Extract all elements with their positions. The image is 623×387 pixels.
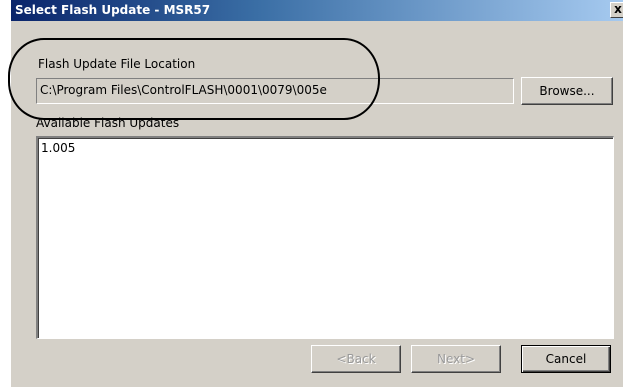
close-icon: x — [614, 2, 622, 16]
flash-update-dialog: Select Flash Update - MSR57 x Flash Upda… — [10, 0, 623, 387]
browse-button[interactable]: Browse... — [521, 77, 613, 105]
back-button[interactable]: <Back — [311, 345, 401, 373]
file-location-path: C:\Program Files\ControlFLASH\0001\0079\… — [40, 83, 327, 97]
available-updates-label: Available Flash Updates — [36, 116, 180, 130]
file-location-field: C:\Program Files\ControlFLASH\0001\0079\… — [36, 78, 514, 104]
cancel-button[interactable]: Cancel — [521, 345, 611, 373]
list-item[interactable]: 1.005 — [41, 141, 75, 155]
file-location-label: Flash Update File Location — [38, 57, 196, 71]
window-title: Select Flash Update - MSR57 — [15, 3, 211, 17]
next-button[interactable]: Next> — [411, 345, 501, 373]
close-button[interactable]: x — [610, 2, 623, 18]
title-bar[interactable]: Select Flash Update - MSR57 x — [11, 0, 623, 21]
available-updates-list[interactable]: 1.005 — [36, 136, 614, 339]
